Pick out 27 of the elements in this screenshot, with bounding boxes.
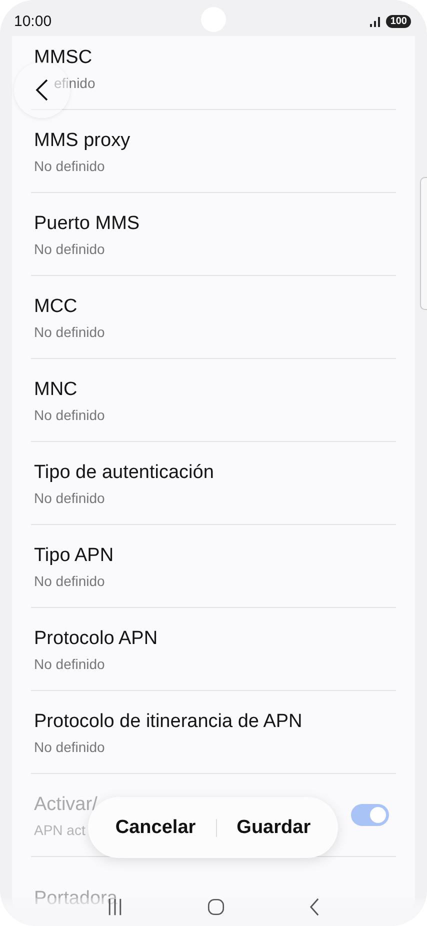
row-title[interactable]: Protocolo de itinerancia de APN <box>34 710 302 734</box>
row-value: No definido <box>34 488 105 508</box>
row-title[interactable]: Tipo APN <box>34 544 114 568</box>
row-title[interactable]: MMS proxy <box>34 128 130 152</box>
back-icon <box>35 78 49 102</box>
row-title[interactable]: MNC <box>34 378 78 402</box>
back-icon <box>309 898 320 916</box>
row-value: No definido <box>34 738 105 756</box>
row-value: No definido <box>34 322 105 342</box>
status-time: 10:00 <box>14 12 52 30</box>
action-button[interactable]: Guardar <box>234 810 313 844</box>
signal-icon <box>370 16 382 26</box>
row-value: No definido <box>34 654 105 674</box>
row-title[interactable]: MCC <box>34 294 78 318</box>
row-value: No definido <box>34 156 105 176</box>
action-button[interactable]: Cancelar <box>113 810 198 844</box>
row-title[interactable]: Puerto MMS <box>34 212 140 236</box>
row-value: efinido <box>54 74 96 92</box>
row-value: No definido <box>34 406 105 424</box>
home-icon <box>207 898 225 916</box>
row-title[interactable]: Tipo de autenticación <box>34 460 214 484</box>
row-title[interactable]: Protocolo APN <box>34 626 158 650</box>
battery-level: 100 <box>386 14 411 28</box>
row-title[interactable]: MMSC <box>34 46 92 70</box>
row-value: APN act <box>34 820 86 840</box>
row-value: No definido <box>34 240 105 258</box>
row-value: No definido <box>34 572 105 590</box>
